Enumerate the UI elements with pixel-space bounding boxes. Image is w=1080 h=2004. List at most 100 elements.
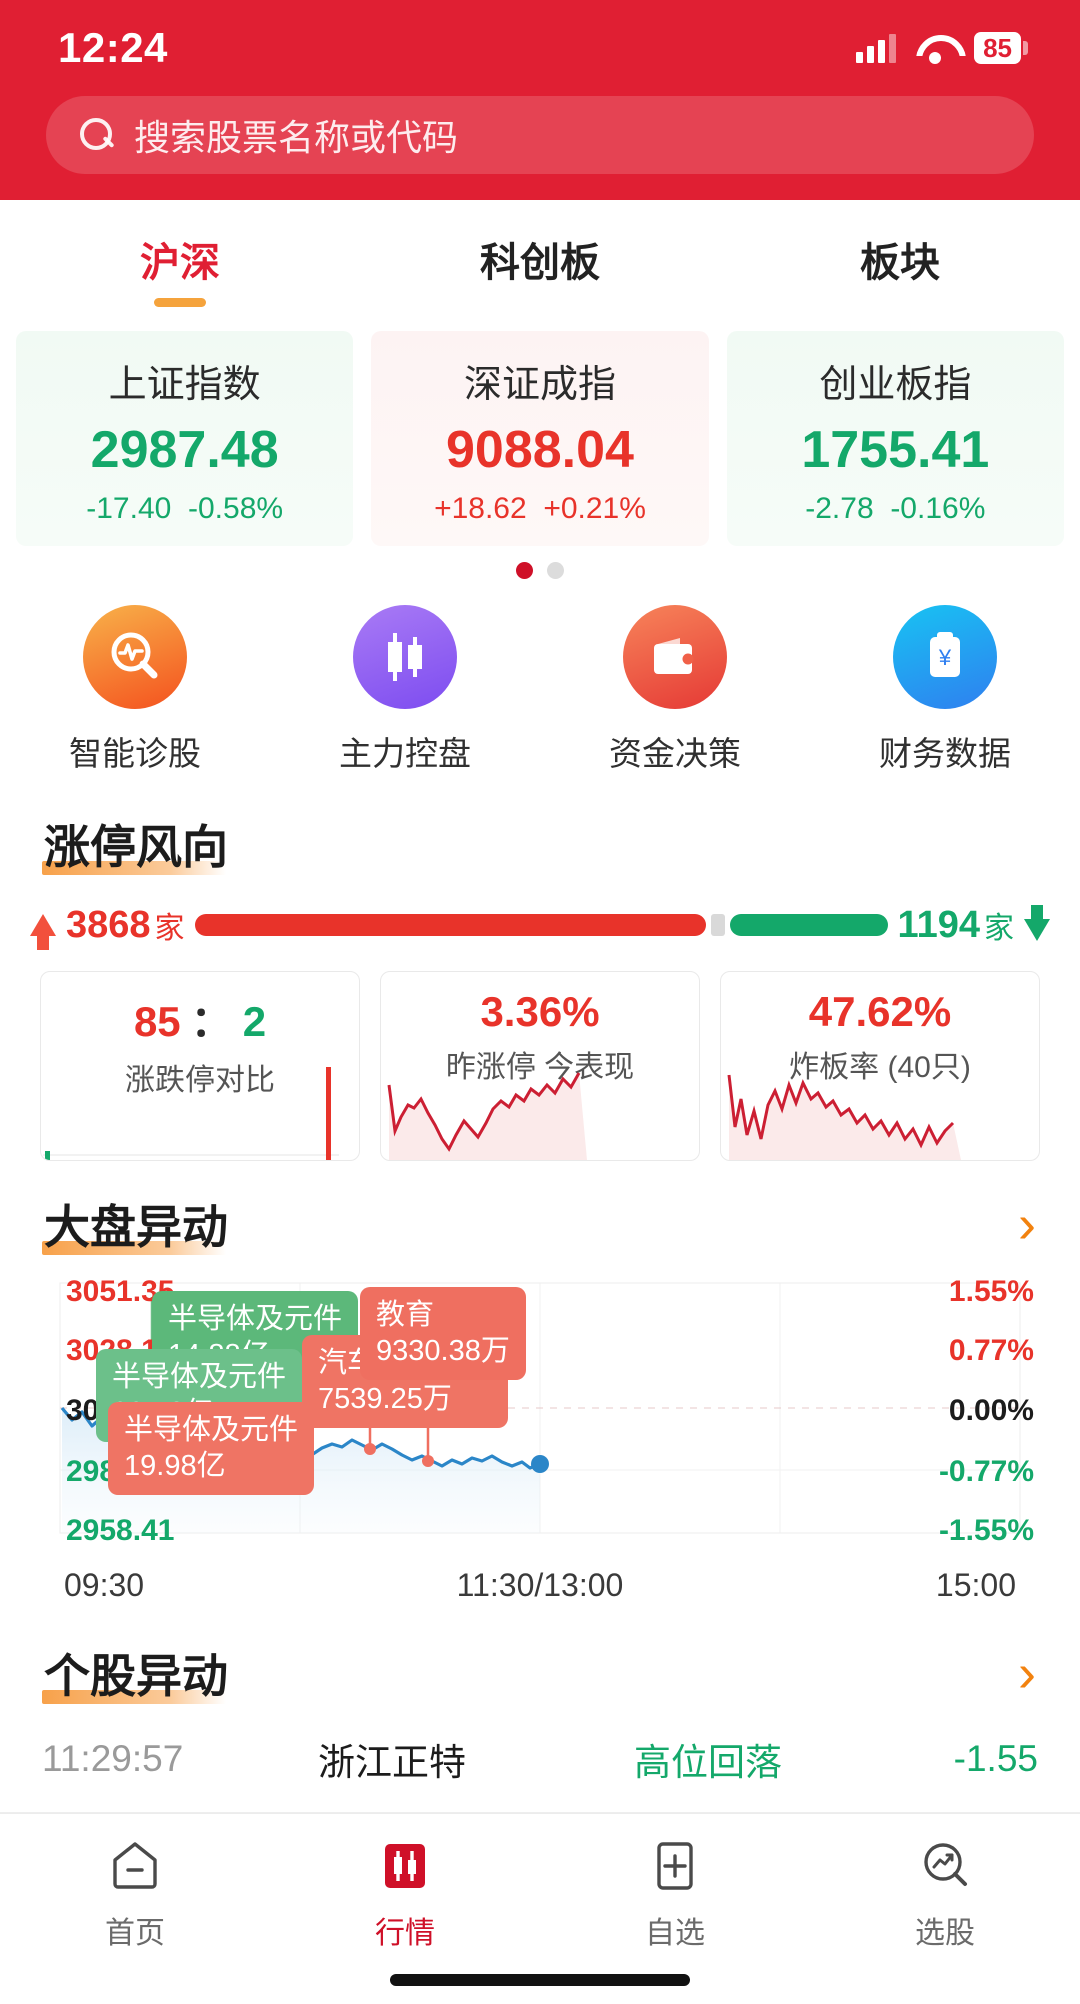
tab-hushen[interactable]: 沪深 — [0, 230, 360, 307]
tab-kechuangban[interactable]: 科创板 — [360, 230, 720, 307]
decliners-unit: 家 — [984, 912, 1014, 945]
nav-item-home[interactable]: 首页 — [0, 1830, 270, 1952]
limit-stat-cards: 85： 2 涨跌停对比 3.36% 昨涨停 今表现 47.62% 炸板率 (40只… — [0, 947, 1080, 1161]
section-title-text: 个股异动 — [44, 1650, 228, 1702]
status-time: 12:24 — [58, 24, 168, 71]
section-title-text: 涨停风向 — [44, 821, 228, 873]
advancers-unit: 家 — [154, 912, 185, 945]
nav-label: 首页 — [105, 1917, 165, 1950]
x-axis-label-1: 09:30 — [64, 1567, 145, 1603]
y-axis-label-5: 2958.41 — [66, 1514, 175, 1547]
battery-tip — [1023, 41, 1028, 55]
advancers-count: 3868 — [66, 903, 151, 946]
nav-item-watchlist[interactable]: 自选 — [540, 1830, 810, 1952]
nav-item-market[interactable]: 行情 — [270, 1830, 540, 1952]
index-change-abs: +18.62 — [434, 492, 527, 525]
signal-bars-icon — [856, 33, 897, 63]
search-icon — [80, 118, 114, 152]
index-card-chinext[interactable]: 创业板指 1755.41 -2.78 -0.16% — [726, 331, 1064, 546]
advancers: 3868 家 — [66, 903, 185, 947]
index-name: 上证指数 — [108, 364, 261, 406]
bottom-nav: 首页 行情 自选 选股 — [0, 1813, 1080, 1952]
ratio-separator: ： — [190, 998, 233, 1045]
index-value: 1755.41 — [801, 421, 990, 479]
index-card-shenzhen[interactable]: 深证成指 9088.04 +18.62 +0.21% — [371, 331, 709, 546]
annotation-label: 半导体及元件 — [112, 1361, 287, 1393]
battery-icon: 85 — [974, 31, 1028, 65]
tab-label: 沪深 — [140, 241, 220, 285]
wifi-icon — [916, 33, 954, 64]
limit-section-title: 涨停风向 — [42, 811, 228, 877]
svg-text:¥: ¥ — [938, 645, 952, 670]
annotation-label: 半导体及元件 — [124, 1414, 299, 1446]
diagnose-stock-icon — [83, 605, 187, 709]
index-change-abs: -2.78 — [805, 492, 874, 525]
stock-section-header[interactable]: 个股异动 › — [0, 1604, 1080, 1706]
x-axis-label-3: 15:00 — [935, 1567, 1016, 1603]
index-name: 深证成指 — [463, 364, 616, 406]
stat-card-yesterday-perf[interactable]: 3.36% 昨涨停 今表现 — [380, 971, 700, 1161]
tab-label: 科创板 — [480, 241, 600, 285]
annotation-value: 19.98亿 — [124, 1450, 226, 1483]
chart-x-axis: 09:30 11:30/13:00 15:00 — [30, 1557, 1050, 1604]
index-change-pct: -0.58% — [188, 492, 284, 525]
quick-action-label: 主力控盘 — [339, 735, 471, 772]
chart-annotation-outflow-3[interactable]: 教育 9330.38万 — [360, 1287, 526, 1380]
y-axis-right-label-1: 1.55% — [948, 1275, 1034, 1308]
index-card-shanghai[interactable]: 上证指数 2987.48 -17.40 -0.58% — [16, 331, 354, 546]
quick-action-fund-decision[interactable]: 资金决策 — [540, 605, 810, 775]
quick-action-label: 资金决策 — [609, 735, 741, 772]
quick-action-diagnose[interactable]: 智能诊股 — [0, 605, 270, 775]
decliners: 1194 家 — [898, 903, 1014, 947]
quick-action-financials[interactable]: ¥ 财务数据 — [810, 605, 1080, 775]
index-value: 2987.48 — [90, 421, 279, 479]
index-name: 创业板指 — [819, 364, 972, 406]
stat-card-value: 3.36% — [480, 988, 600, 1035]
index-change-abs: -17.40 — [86, 492, 172, 525]
carousel-dots — [0, 546, 1080, 583]
annotation-value: 7539.25万 — [318, 1383, 452, 1416]
header: 12:24 85 搜索股票名称或代码 — [0, 0, 1080, 200]
quick-action-label: 智能诊股 — [69, 735, 201, 772]
stat-card-value: 85： 2 — [41, 972, 359, 1049]
search-bar[interactable]: 搜索股票名称或代码 — [46, 96, 1034, 174]
breadth-bar — [194, 914, 888, 936]
watchlist-plus-icon — [540, 1830, 810, 1902]
index-cards: 上证指数 2987.48 -17.40 -0.58% 深证成指 9088.04 … — [0, 315, 1080, 546]
market-section-header[interactable]: 大盘异动 › — [0, 1161, 1080, 1257]
carousel-dot-1[interactable] — [516, 562, 533, 579]
breadth-bar-up — [194, 914, 706, 936]
search-input[interactable]: 搜索股票名称或代码 — [134, 109, 458, 161]
alert-stock-name: 浙江正特 — [318, 1742, 466, 1783]
market-chart-plot: 3051.35 3028.11 3004.88 2981.65 2958.41 … — [30, 1275, 1050, 1557]
limit-section-header: 涨停风向 — [0, 781, 1080, 877]
table-row[interactable]: 11:29:57 浙江正特 高位回落 -1.55 — [0, 1706, 1080, 1813]
quick-action-label: 财务数据 — [879, 735, 1011, 772]
y-axis-right-label-5: -1.55% — [938, 1514, 1034, 1547]
app-screen: 12:24 85 搜索股票名称或代码 沪深 科创板 板块 上证指数 2987.4… — [0, 0, 1080, 1986]
market-chart[interactable]: 3051.35 3028.11 3004.88 2981.65 2958.41 … — [0, 1257, 1080, 1604]
status-icons: 85 — [856, 31, 1028, 65]
decliners-count: 1194 — [897, 903, 980, 946]
home-icon — [0, 1830, 270, 1902]
nav-item-screener[interactable]: 选股 — [810, 1830, 1080, 1952]
breadth-bar-gap — [710, 914, 725, 936]
tab-bankuai[interactable]: 板块 — [720, 230, 1080, 307]
index-value: 9088.04 — [446, 421, 634, 479]
stat-card-fail-rate[interactable]: 47.62% 炸板率 (40只) — [720, 971, 1040, 1161]
stat-card-limit-ratio[interactable]: 85： 2 涨跌停对比 — [40, 971, 360, 1161]
limit-up-count: 85 — [133, 998, 181, 1045]
quick-action-main-force[interactable]: 主力控盘 — [270, 605, 540, 775]
annotation-label: 半导体及元件 — [168, 1303, 343, 1335]
carousel-dot-2[interactable] — [547, 562, 564, 579]
sparkline-up-chart — [387, 1072, 587, 1160]
index-change: -17.40 -0.58% — [16, 492, 353, 526]
market-candlestick-icon — [270, 1830, 540, 1902]
quick-actions: 智能诊股 主力控盘 资金决策 ¥ 财务数据 — [0, 583, 1080, 781]
tab-label: 板块 — [860, 241, 940, 285]
chevron-right-icon[interactable]: › — [1018, 1197, 1036, 1251]
stat-card-value: 47.62% — [808, 988, 952, 1035]
sparkline-down-chart — [727, 1074, 961, 1160]
chevron-right-icon[interactable]: › — [1018, 1646, 1036, 1700]
chart-annotation-outflow-1[interactable]: 半导体及元件 19.98亿 — [108, 1402, 315, 1495]
